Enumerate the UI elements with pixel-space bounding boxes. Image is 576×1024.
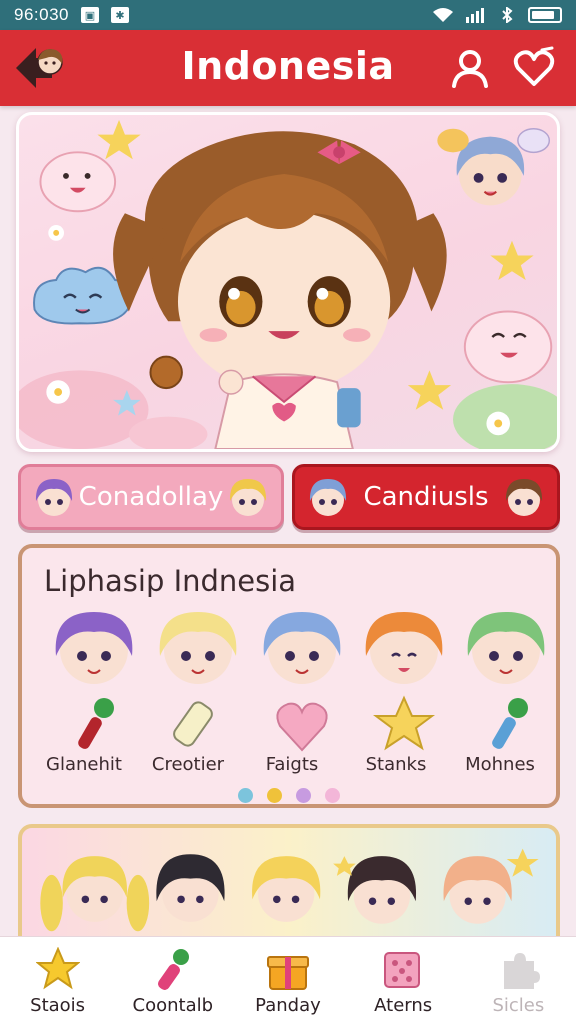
item-labels: Glanehit Creotier Faigts Stanks Mohnes xyxy=(32,754,552,780)
character-black-hair xyxy=(156,854,225,922)
wifi-icon xyxy=(433,8,453,22)
group-illustration xyxy=(40,848,539,932)
profile-icon[interactable] xyxy=(448,46,492,90)
character-row xyxy=(55,612,545,684)
nav-item-sicles[interactable]: Sicles xyxy=(462,937,574,1024)
nav-item-aterns[interactable]: Aterns xyxy=(347,937,459,1024)
heart-icon[interactable] xyxy=(276,702,328,752)
nav-item-panday[interactable]: Panday xyxy=(232,937,344,1024)
character-green[interactable] xyxy=(467,612,545,684)
purple-hair-avatar xyxy=(35,479,73,516)
hero-banner[interactable] xyxy=(16,112,560,452)
nav-label-sicles: Sicles xyxy=(492,995,545,1016)
hero-illustration xyxy=(19,119,557,449)
puzzle-icon xyxy=(504,953,541,989)
star-icon[interactable] xyxy=(373,695,435,751)
group-banner[interactable] xyxy=(18,824,560,954)
item-label-glanehit: Glanehit xyxy=(46,754,122,775)
page-dot[interactable] xyxy=(296,788,311,803)
item-label-stanks: Stanks xyxy=(365,754,427,775)
app-header: Indonesia xyxy=(0,30,576,106)
item-label-creotier: Creotier xyxy=(151,754,225,775)
item-label-faigts: Faigts xyxy=(265,754,319,775)
nav-item-coontalb[interactable]: Coontalb xyxy=(117,937,229,1024)
brown-hair-avatar xyxy=(505,479,543,516)
bluetooth-icon xyxy=(502,7,513,23)
page-dot[interactable] xyxy=(238,788,253,803)
card-title: Liphasip Indnesia xyxy=(44,564,297,598)
microphone-icon xyxy=(157,949,189,990)
page-dot[interactable] xyxy=(267,788,282,803)
signal-icon xyxy=(466,8,484,23)
nav-label-aterns: Aterns xyxy=(374,995,433,1016)
item-label-mohnes: Mohnes xyxy=(465,754,535,775)
status-time: 96:030 xyxy=(14,5,69,24)
heart-icon[interactable] xyxy=(512,46,556,90)
gift-box-icon xyxy=(266,956,309,990)
character-purple[interactable] xyxy=(55,612,133,684)
conadollay-label: Conadollay xyxy=(78,482,224,512)
blonde-hair-avatar xyxy=(229,479,267,516)
app-icon: ✱ xyxy=(111,7,129,23)
lightstick-icon[interactable] xyxy=(171,700,214,749)
candiusls-button[interactable]: Candiusls xyxy=(292,464,560,530)
page-dot[interactable] xyxy=(325,788,340,803)
character-dark-hair xyxy=(347,856,417,924)
item-icons-row xyxy=(76,695,528,752)
character-blonde[interactable] xyxy=(159,612,237,684)
battery-icon xyxy=(528,7,562,23)
conadollay-button[interactable]: Conadollay xyxy=(18,464,284,530)
character-peach-hair xyxy=(443,856,512,924)
blue-hair-avatar xyxy=(309,479,347,516)
nav-label-staois: Staois xyxy=(30,995,86,1016)
star-icon xyxy=(35,947,80,990)
candiusls-label: Candiusls xyxy=(363,482,489,512)
character-twin-tails xyxy=(40,856,150,932)
dice-icon xyxy=(384,952,421,988)
notification-icon: ▣ xyxy=(81,7,99,23)
microphone-icon-2[interactable] xyxy=(490,698,528,751)
character-orange[interactable] xyxy=(365,612,443,684)
character-blue[interactable] xyxy=(263,612,341,684)
nav-label-panday: Panday xyxy=(255,995,321,1016)
bottom-navigation: Staois Coontalb Panday Aterns Sicles xyxy=(0,936,576,1024)
nav-label-coontalb: Coontalb xyxy=(132,995,214,1016)
status-bar: 96:030 ▣ ✱ xyxy=(0,0,576,30)
pagination-dots xyxy=(22,788,556,803)
character-blonde-ears xyxy=(252,856,321,922)
nav-item-staois[interactable]: Staois xyxy=(2,937,114,1024)
character-list-card: Liphasip Indnesia Glanehit Creotier Faig… xyxy=(18,544,560,808)
microphone-icon[interactable] xyxy=(76,698,114,751)
